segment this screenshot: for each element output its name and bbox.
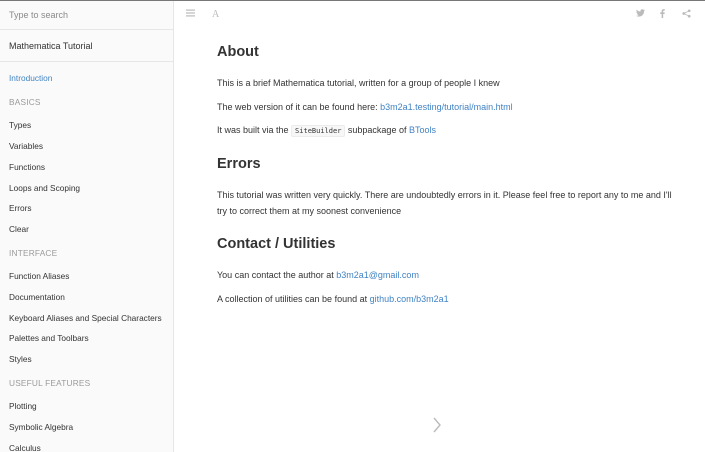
btools-link[interactable]: BTools — [409, 125, 436, 135]
errors-paragraph: This tutorial was written very quickly. … — [217, 190, 672, 216]
sidebar-section-useful-features: USEFUL FEATURES — [9, 377, 91, 388]
facebook-icon[interactable] — [660, 9, 665, 18]
sidebar-item-clear[interactable]: Clear — [0, 219, 173, 240]
search-bar — [0, 1, 173, 30]
contact-heading: Contact / Utilities — [217, 236, 336, 252]
toolbar: A — [175, 1, 705, 30]
sidebar-item-introduction[interactable]: Introduction — [0, 68, 173, 89]
about-paragraph-2: The web version of it can be found here:… — [217, 99, 677, 115]
errors-heading: Errors — [217, 156, 261, 172]
web-version-link[interactable]: b3m2a1.testing/tutorial/main.html — [380, 102, 513, 112]
share-icon[interactable] — [682, 9, 691, 18]
contact-paragraph-1: You can contact the author at b3m2a1@gma… — [217, 267, 677, 283]
sidebar-item-styles[interactable]: Styles — [0, 349, 173, 370]
sidebar-item-documentation[interactable]: Documentation — [0, 286, 173, 307]
sidebar-item-types[interactable]: Types — [0, 115, 173, 136]
contact-section: Contact / Utilities You can contact the … — [217, 235, 677, 307]
about-paragraph-1: This is a brief Mathematica tutorial, wr… — [217, 78, 500, 88]
font-settings-icon[interactable]: A — [212, 9, 219, 21]
about-heading: About — [217, 44, 259, 60]
contact-paragraph-2-text: A collection of utilities can be found a… — [217, 293, 370, 304]
sitebuilder-code: SiteBuilder — [291, 125, 346, 137]
sidebar-item-functions[interactable]: Functions — [0, 156, 173, 177]
about-paragraph-3-text: It was built via the — [217, 125, 292, 135]
sidebar: Mathematica Tutorial Introduction BASICS T… — [0, 1, 174, 452]
sidebar-item-calculus[interactable]: Calculus — [0, 437, 173, 452]
errors-section: Errors This tutorial was written very qu… — [217, 155, 677, 219]
sidebar-section-interface: INTERFACE — [9, 247, 58, 258]
main-panel: A About This is a brief Mathematica tuto… — [175, 1, 705, 452]
about-section: About This is a brief Mathematica tutori… — [217, 43, 677, 139]
about-paragraph-3-mid: subpackage of — [345, 125, 409, 135]
sidebar-item-symbolic-algebra[interactable]: Symbolic Algebra — [0, 416, 173, 437]
sidebar-item-variables[interactable]: Variables — [0, 136, 173, 157]
github-link[interactable]: github.com/b3m2a1 — [370, 294, 449, 304]
sidebar-nav-list: Introduction BASICS Types Variables Function… — [0, 62, 173, 452]
contact-paragraph-2: A collection of utilities can be found a… — [217, 291, 677, 307]
menu-icon[interactable] — [186, 9, 195, 17]
sidebar-section-basics: BASICS — [9, 96, 41, 107]
sidebar-item-keyboard-aliases-and-special-characters[interactable]: Keyboard Aliases and Special Characters — [0, 307, 173, 328]
sidebar-item-plotting[interactable]: Plotting — [0, 396, 173, 417]
email-link[interactable]: b3m2a1@gmail.com — [336, 270, 419, 280]
sidebar-item-palettes-and-toolbars[interactable]: Palettes and Toolbars — [0, 328, 173, 349]
sidebar-item-errors[interactable]: Errors — [0, 198, 173, 219]
about-paragraph-2-text: The web version of it can be found here: — [217, 101, 381, 112]
search-input[interactable] — [9, 10, 164, 20]
page-content: About This is a brief Mathematica tutori… — [217, 43, 677, 314]
sidebar-item-loops-and-scoping[interactable]: Loops and Scoping — [0, 177, 173, 198]
sidebar-item-function-aliases[interactable]: Function Aliases — [0, 266, 173, 287]
sidebar-book-title[interactable]: Mathematica Tutorial — [0, 30, 173, 62]
contact-paragraph-1-text: You can contact the author at — [217, 270, 337, 280]
twitter-icon[interactable] — [636, 9, 645, 17]
chevron-right-icon[interactable] — [433, 417, 441, 438]
about-paragraph-3: It was built via the SiteBuilder subpack… — [217, 122, 677, 139]
